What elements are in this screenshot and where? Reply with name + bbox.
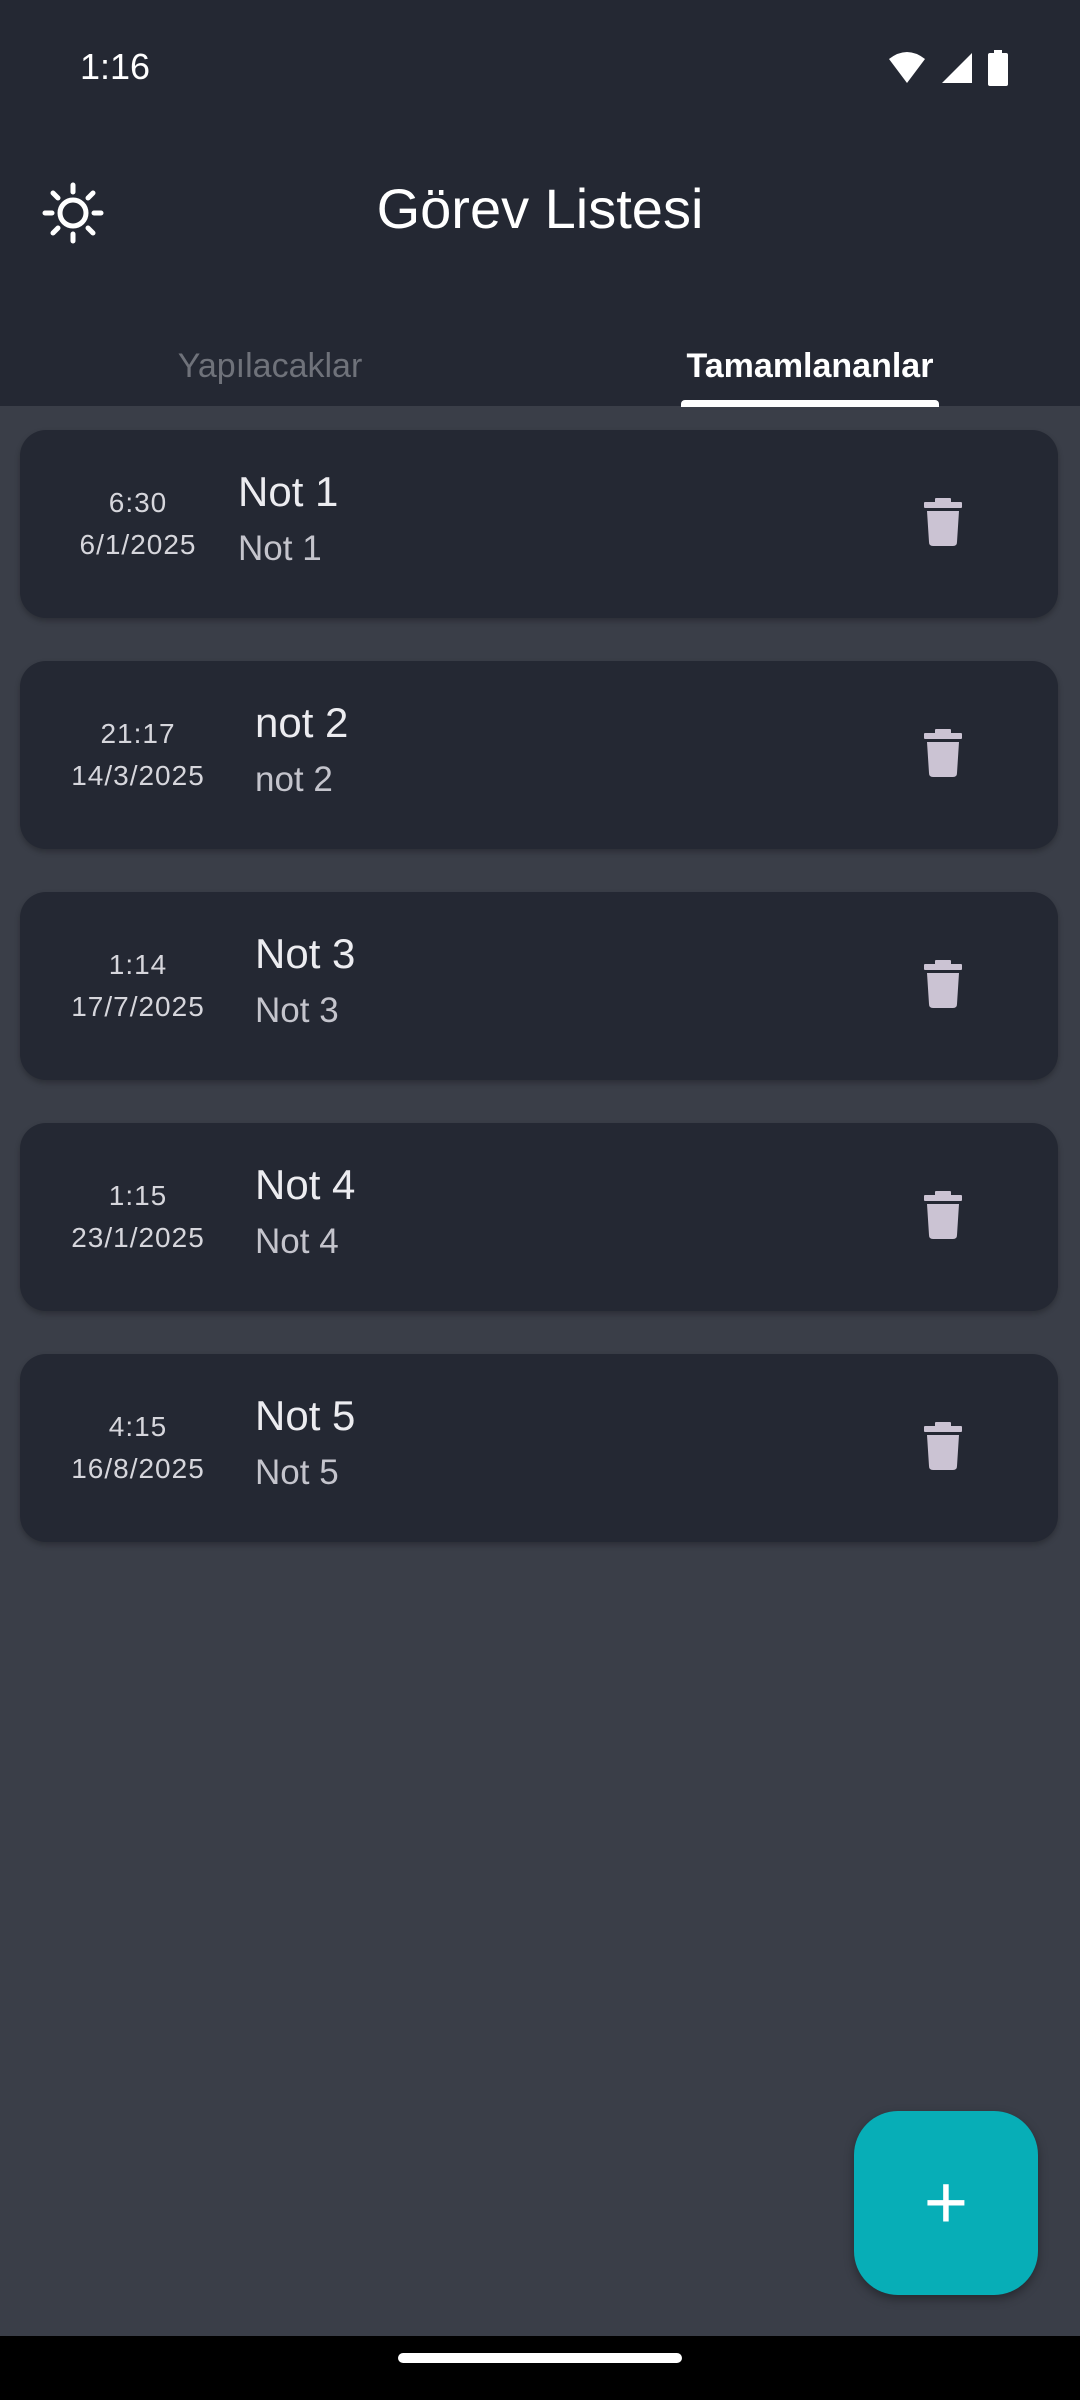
task-card[interactable]: 4:15 16/8/2025 Not 5 Not 5 xyxy=(20,1354,1058,1542)
tab-bar: Yapılacaklar Tamamlananlar xyxy=(0,340,1080,407)
delete-button[interactable] xyxy=(913,725,973,785)
tab-todo[interactable]: Yapılacaklar xyxy=(0,340,540,406)
plus-icon: + xyxy=(923,2160,969,2245)
task-title: Not 3 xyxy=(255,930,356,977)
trash-icon xyxy=(924,959,962,1013)
task-time: 4:15 xyxy=(108,1411,168,1442)
battery-icon xyxy=(988,50,1008,86)
task-subtitle: Not 1 xyxy=(238,529,322,568)
task-card[interactable]: 1:14 17/7/2025 Not 3 Not 3 xyxy=(20,892,1058,1080)
tab-label: Tamamlananlar xyxy=(686,347,934,385)
app-bar: 1:16 Görev Listesi Yapılacaklar Tamamlan… xyxy=(0,0,1080,407)
task-datetime: 21:17 14/3/2025 xyxy=(40,661,236,849)
task-card[interactable]: 1:15 23/1/2025 Not 4 Not 4 xyxy=(20,1123,1058,1311)
app-header: Görev Listesi xyxy=(0,150,1080,270)
task-time: 21:17 xyxy=(100,718,176,749)
task-time: 1:15 xyxy=(108,1180,168,1211)
task-datetime: 1:14 17/7/2025 xyxy=(40,892,236,1080)
signal-icon xyxy=(940,51,974,85)
task-text: Not 1 Not 1 xyxy=(238,464,338,574)
task-date: 14/3/2025 xyxy=(71,760,205,791)
task-datetime: 4:15 16/8/2025 xyxy=(40,1354,236,1542)
task-card[interactable]: 6:30 6/1/2025 Not 1 Not 1 xyxy=(20,430,1058,618)
task-date: 16/8/2025 xyxy=(71,1453,205,1484)
task-date: 6/1/2025 xyxy=(79,529,197,560)
task-subtitle: Not 4 xyxy=(255,1222,339,1261)
page-title: Görev Listesi xyxy=(376,177,704,240)
delete-button[interactable] xyxy=(913,956,973,1016)
task-card[interactable]: 21:17 14/3/2025 not 2 not 2 xyxy=(20,661,1058,849)
trash-icon xyxy=(924,497,962,551)
trash-icon xyxy=(924,1421,962,1475)
wifi-icon xyxy=(888,51,926,85)
delete-button[interactable] xyxy=(913,1418,973,1478)
tab-completed[interactable]: Tamamlananlar xyxy=(540,340,1080,406)
status-time: 1:16 xyxy=(80,46,151,87)
delete-button[interactable] xyxy=(913,1187,973,1247)
task-text: not 2 not 2 xyxy=(255,695,348,805)
task-list: 6:30 6/1/2025 Not 1 Not 1 21:17 14/3/202… xyxy=(20,430,1058,1585)
task-datetime: 1:15 23/1/2025 xyxy=(40,1123,236,1311)
task-text: Not 3 Not 3 xyxy=(255,926,355,1036)
tab-label: Yapılacaklar xyxy=(177,347,363,385)
delete-button[interactable] xyxy=(913,494,973,554)
task-subtitle: Not 5 xyxy=(255,1453,339,1492)
task-title: Not 5 xyxy=(255,1392,356,1439)
status-icons xyxy=(888,48,1008,88)
home-gesture-handle[interactable] xyxy=(398,2353,682,2363)
task-title: Not 1 xyxy=(238,468,339,515)
task-subtitle: not 2 xyxy=(255,760,333,799)
add-task-button[interactable]: + xyxy=(854,2111,1038,2295)
task-subtitle: Not 3 xyxy=(255,991,339,1030)
task-text: Not 4 Not 4 xyxy=(255,1157,355,1267)
task-title: not 2 xyxy=(255,699,349,746)
trash-icon xyxy=(924,1190,962,1244)
system-nav-bar xyxy=(0,2336,1080,2400)
status-bar: 1:16 xyxy=(0,0,1080,134)
task-time: 6:30 xyxy=(108,487,168,518)
task-date: 17/7/2025 xyxy=(71,991,205,1022)
trash-icon xyxy=(924,728,962,782)
tab-indicator xyxy=(681,400,939,407)
task-time: 1:14 xyxy=(108,949,168,980)
task-text: Not 5 Not 5 xyxy=(255,1388,355,1498)
task-title: Not 4 xyxy=(255,1161,356,1208)
task-datetime: 6:30 6/1/2025 xyxy=(40,430,236,618)
task-date: 23/1/2025 xyxy=(71,1222,205,1253)
